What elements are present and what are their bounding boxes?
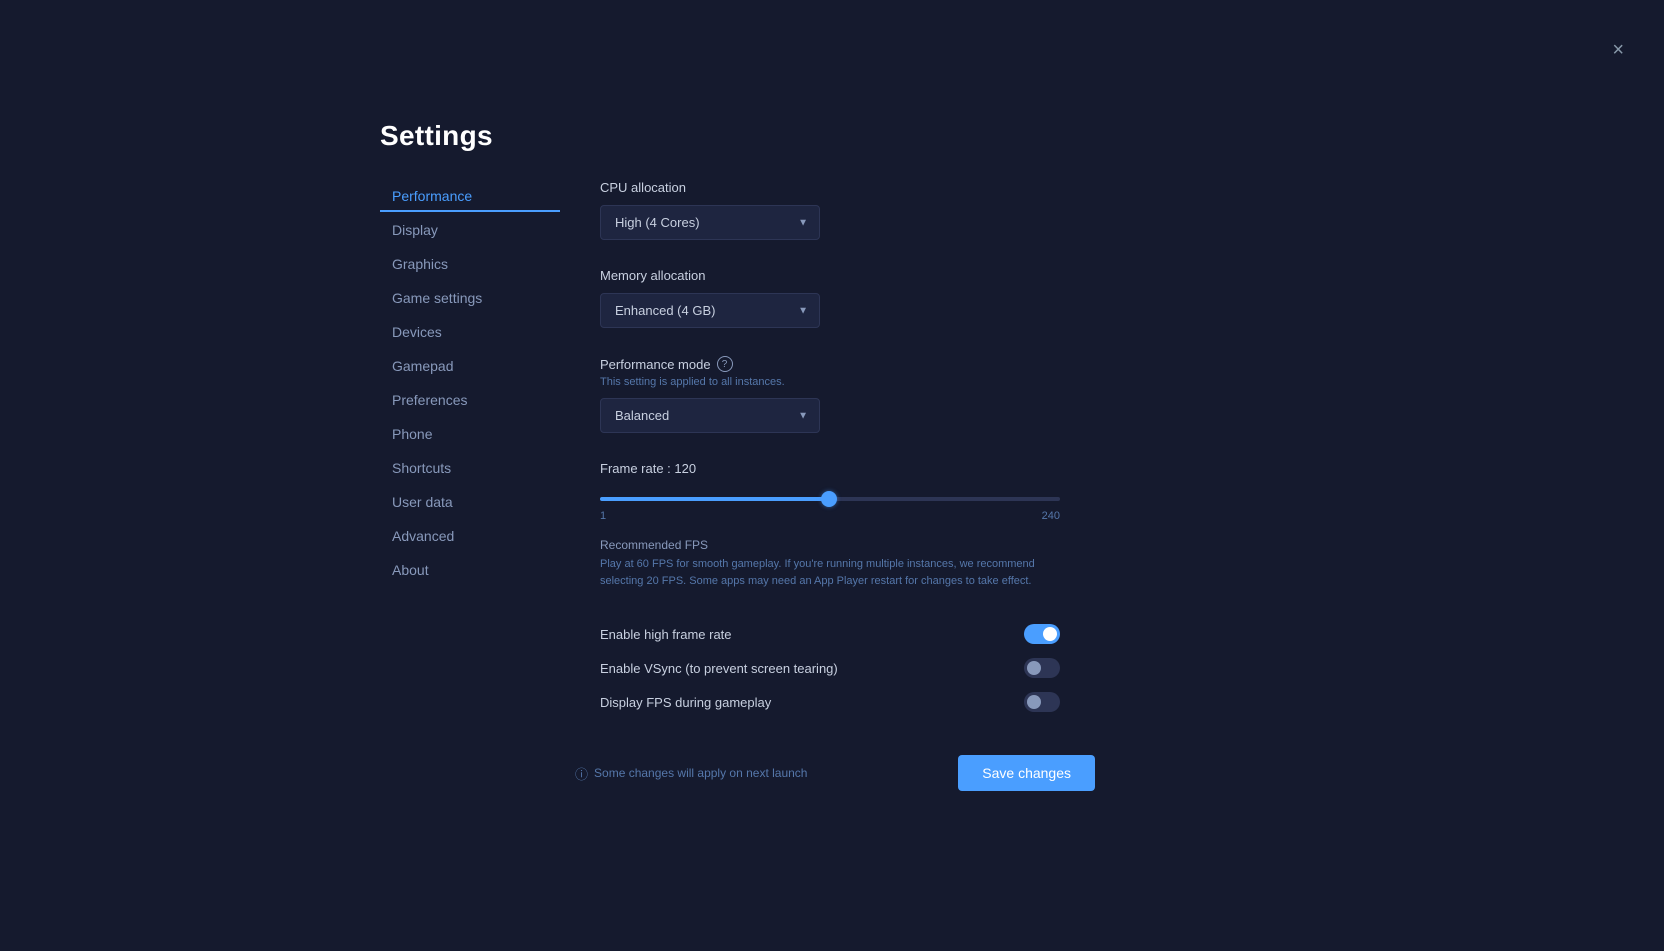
sidebar-item-user-data[interactable]: User data [380,486,560,518]
toggle-high-frame-rate-label: Enable high frame rate [600,627,732,642]
cpu-label: CPU allocation [600,180,1080,195]
performance-mode-select-wrapper: Balanced High Performance Power Saving [600,398,820,433]
toggle-high-frame-rate[interactable] [1024,624,1060,644]
performance-mode-select[interactable]: Balanced High Performance Power Saving [600,398,820,433]
memory-select-wrapper: Enhanced (4 GB) Standard (2 GB) Low (1 G… [600,293,820,328]
toggle-display-fps[interactable] [1024,692,1060,712]
toggle-vsync-label: Enable VSync (to prevent screen tearing) [600,661,838,676]
toggle-display-fps-slider [1024,692,1060,712]
footer-bar: ⓘ Some changes will apply on next launch… [575,755,1095,791]
cpu-select-wrapper: High (4 Cores) Medium (2 Cores) Low (1 C… [600,205,820,240]
toggle-high-frame-rate-slider [1024,624,1060,644]
main-content: CPU allocation High (4 Cores) Medium (2 … [600,180,1100,719]
sidebar-item-advanced[interactable]: Advanced [380,520,560,552]
sidebar-item-display[interactable]: Display [380,214,560,246]
frame-rate-label: Frame rate : 120 [600,461,1080,476]
recommended-fps-section: Recommended FPS Play at 60 FPS for smoot… [600,538,1080,589]
frame-rate-slider[interactable] [600,497,1060,501]
cpu-select[interactable]: High (4 Cores) Medium (2 Cores) Low (1 C… [600,205,820,240]
toggle-high-frame-rate-row: Enable high frame rate [600,617,1060,651]
toggle-display-fps-label: Display FPS during gameplay [600,695,771,710]
sidebar-item-devices[interactable]: Devices [380,316,560,348]
memory-select[interactable]: Enhanced (4 GB) Standard (2 GB) Low (1 G… [600,293,820,328]
recommended-fps-text: Play at 60 FPS for smooth gameplay. If y… [600,556,1060,589]
frame-rate-section: Frame rate : 120 1 240 [600,461,1080,522]
sidebar-item-game-settings[interactable]: Game settings [380,282,560,314]
sidebar-item-preferences[interactable]: Preferences [380,384,560,416]
performance-mode-label-row: Performance mode ? [600,356,1080,372]
slider-max: 240 [1042,510,1060,522]
toggle-vsync[interactable] [1024,658,1060,678]
performance-mode-section: Performance mode ? This setting is appli… [600,356,1080,433]
slider-min: 1 [600,510,606,522]
toggle-display-fps-row: Display FPS during gameplay [600,685,1060,719]
sidebar-item-performance[interactable]: Performance [380,180,560,212]
toggle-vsync-row: Enable VSync (to prevent screen tearing) [600,651,1060,685]
settings-layout: Performance Display Graphics Game settin… [380,120,1100,719]
footer-note: ⓘ Some changes will apply on next launch [575,764,807,783]
sidebar-item-phone[interactable]: Phone [380,418,560,450]
memory-section: Memory allocation Enhanced (4 GB) Standa… [600,268,1080,328]
sidebar-item-about[interactable]: About [380,554,560,586]
close-button[interactable]: × [1612,40,1624,60]
info-icon: ⓘ [575,764,588,783]
sidebar-item-gamepad[interactable]: Gamepad [380,350,560,382]
help-icon[interactable]: ? [717,356,733,372]
memory-label: Memory allocation [600,268,1080,283]
recommended-fps-title: Recommended FPS [600,538,1080,552]
cpu-section: CPU allocation High (4 Cores) Medium (2 … [600,180,1080,240]
sidebar: Performance Display Graphics Game settin… [380,180,560,719]
sidebar-item-shortcuts[interactable]: Shortcuts [380,452,560,484]
save-changes-button[interactable]: Save changes [958,755,1095,791]
footer-note-text: Some changes will apply on next launch [594,766,807,780]
slider-labels: 1 240 [600,510,1060,522]
toggle-vsync-slider [1024,658,1060,678]
performance-mode-hint: This setting is applied to all instances… [600,376,1080,388]
performance-mode-label-text: Performance mode [600,357,711,372]
sidebar-item-graphics[interactable]: Graphics [380,248,560,280]
